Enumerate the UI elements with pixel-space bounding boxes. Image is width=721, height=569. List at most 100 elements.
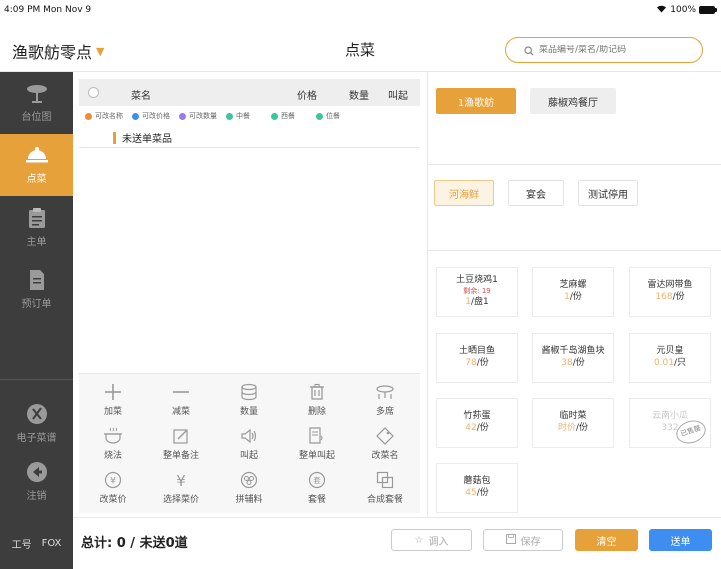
star-icon: ☆: [414, 534, 424, 546]
add-dish-button[interactable]: 加菜: [79, 378, 147, 422]
combine-set-button[interactable]: 合成套餐: [351, 466, 419, 510]
save-button[interactable]: 保存: [483, 529, 563, 551]
sidebar-item-order[interactable]: 点菜: [0, 134, 73, 196]
search-input[interactable]: [539, 45, 689, 55]
order-table-header: 菜名 价格 数量 叫起: [79, 79, 420, 106]
remove-dish-button[interactable]: 减菜: [147, 378, 215, 422]
dish-unit: /份: [672, 292, 685, 302]
search-box[interactable]: [505, 37, 703, 63]
fork-knife-icon: [26, 403, 48, 425]
legend-label: 中餐: [236, 112, 250, 120]
restaurant-tab-tengjiaoji[interactable]: 藤椒鸡餐厅: [530, 88, 616, 114]
import-button[interactable]: ☆ 调入: [391, 529, 472, 551]
rename-dish-button[interactable]: 改菜名: [351, 422, 419, 466]
cooking-method-button[interactable]: 烧法: [79, 422, 147, 466]
dish-price-line: 时价/份: [558, 423, 589, 434]
clear-button[interactable]: 清空: [575, 529, 638, 551]
dish-card[interactable]: 元贝皇 0.01/只: [629, 333, 711, 383]
order-note-button[interactable]: 整单备注: [147, 422, 215, 466]
legend-label: 可改数量: [189, 112, 217, 120]
multi-table-icon: [375, 383, 395, 401]
sidebar-item-master-order[interactable]: 主单: [0, 196, 73, 258]
total-separator: /: [125, 536, 140, 551]
select-price-button[interactable]: ¥ 选择菜价: [147, 466, 215, 510]
dish-cover-icon: [25, 146, 49, 166]
dish-price-line: 45/份: [465, 488, 489, 499]
order-call-up-button[interactable]: 整单叫起: [283, 422, 351, 466]
send-order-button[interactable]: 送单: [649, 529, 712, 551]
category-tab-banquet[interactable]: 宴会: [508, 180, 564, 206]
column-call: 叫起: [388, 91, 408, 102]
restaurant-tab-yugefang[interactable]: 1渔歌舫: [436, 88, 516, 114]
order-legend: 可改名称 可改价格 可改数量 中餐 西餐 位餐: [79, 108, 420, 124]
legend-dot: [226, 112, 233, 120]
legend-label: 可改价格: [142, 112, 170, 120]
sidebar-item-e-menu[interactable]: 电子菜谱: [0, 392, 73, 454]
order-total: 总计: 0 / 未送0道: [81, 532, 188, 551]
change-price-button[interactable]: ¥ 改菜价: [79, 466, 147, 510]
send-label: 送单: [670, 536, 691, 548]
category-label: 宴会: [526, 189, 546, 201]
dish-name: 云南小瓜: [651, 411, 688, 422]
call-up-button[interactable]: 叫起: [215, 422, 283, 466]
total-count: 0: [116, 536, 126, 551]
legend-dot: [85, 112, 92, 120]
sidebar-item-table-map[interactable]: 台位图: [0, 72, 73, 134]
svg-text:¥: ¥: [176, 472, 186, 489]
total-label: 总计:: [81, 536, 113, 551]
quantity-button[interactable]: 数量: [215, 378, 283, 422]
legend-item: 西餐: [271, 111, 295, 121]
category-label: 河海鲜: [449, 189, 479, 201]
dish-remain: 剩余: 19: [463, 287, 491, 296]
dish-card-sold-out[interactable]: 云南小瓜 332 已售罄: [629, 398, 711, 448]
dish-card[interactable]: 酱椒千岛湖鱼块 38/份: [532, 333, 614, 383]
dish-name: 雷达网带鱼: [647, 280, 693, 291]
edit-icon: [172, 427, 190, 445]
dish-name: 元贝皇: [656, 346, 684, 357]
dish-unit: /份: [575, 423, 589, 433]
dish-price: 78: [465, 358, 477, 368]
dish-card[interactable]: 临时菜 时价/份: [532, 398, 614, 448]
sidebar-item-reservation[interactable]: 预订单: [0, 258, 73, 320]
dish-unit: /份: [476, 423, 489, 433]
dish-unit: /份: [476, 488, 489, 498]
trash-icon: [308, 383, 326, 401]
column-name: 菜名: [131, 91, 151, 102]
action-grid: 加菜 减菜 数量 删除 多席 烧法 整单备注 叫起 整单叫起 改菜名 ¥ 改菜价…: [79, 373, 420, 513]
select-all-radio[interactable]: [88, 87, 99, 98]
unsent-count: 未送0道: [139, 536, 188, 551]
unsent-group[interactable]: 未送单菜品: [113, 130, 172, 145]
dish-price-line: 78/份: [465, 358, 489, 369]
action-label: 整单备注: [162, 451, 199, 461]
order-speaker-icon: [308, 427, 326, 445]
set-meal-icon: 套: [308, 471, 326, 489]
dish-name: 临时菜: [559, 411, 587, 422]
sidebar-item-logout[interactable]: 注销: [0, 450, 73, 512]
dish-card[interactable]: 蘑菇包 45/份: [436, 463, 518, 513]
dish-card[interactable]: 芝麻螺 1/份: [532, 267, 614, 317]
dish-price: 0.01: [653, 358, 674, 368]
clear-label: 清空: [596, 536, 617, 548]
dish-card[interactable]: 雷达网带鱼 168/份: [629, 267, 711, 317]
caret-down-icon: ▼: [96, 44, 105, 58]
logout-icon: [26, 461, 48, 483]
dish-name: 土豆烧鸡1: [456, 275, 498, 286]
dish-card[interactable]: 土晒目鱼 78/份: [436, 333, 518, 383]
plus-icon: [104, 383, 122, 401]
category-tab-seafood[interactable]: 河海鲜: [434, 180, 494, 206]
speaker-icon: [240, 427, 258, 445]
dish-card[interactable]: 竹荪蛋 42/份: [436, 398, 518, 448]
legend-label: 位餐: [326, 112, 340, 120]
legend-label: 可改名称: [95, 112, 123, 120]
set-meal-button[interactable]: 套 套餐: [283, 466, 351, 510]
category-tab-test-disabled[interactable]: 测试停用: [578, 180, 638, 206]
dish-card[interactable]: 土豆烧鸡1 剩余: 19 1/盘1: [436, 267, 518, 317]
battery-icon: [699, 6, 717, 14]
store-selector[interactable]: 渔歌舫零点 ▼: [12, 39, 104, 63]
mix-ingredients-button[interactable]: 拼辅料: [215, 466, 283, 510]
delete-button[interactable]: 删除: [283, 378, 351, 422]
header: 渔歌舫零点 ▼ 点菜: [0, 20, 721, 72]
dish-price-line: 1/盘1: [465, 297, 489, 308]
multi-table-button[interactable]: 多席: [351, 378, 419, 422]
unsent-marker: [113, 131, 116, 144]
